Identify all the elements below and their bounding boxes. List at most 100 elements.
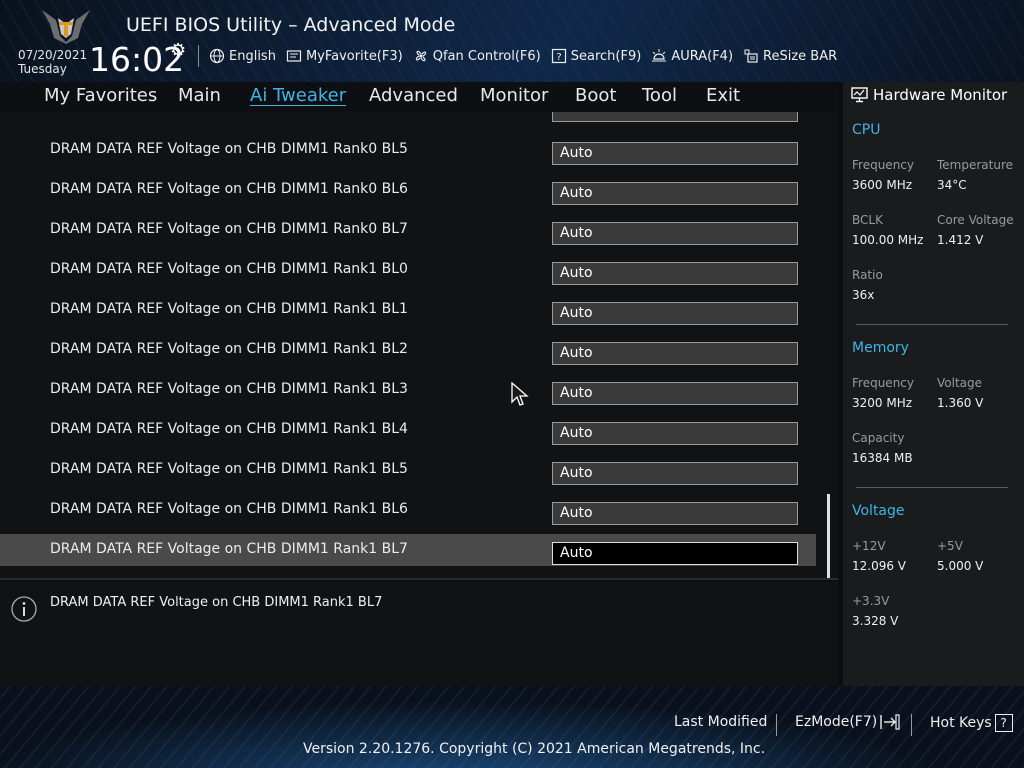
- setting-label: DRAM DATA REF Voltage on CHB DIMM1 Rank1…: [50, 301, 408, 317]
- tuf-gaming-logo: [42, 10, 90, 44]
- favorite-icon: [286, 50, 302, 62]
- aura-label: AURA(F4): [671, 48, 734, 64]
- setting-row[interactable]: DRAM DATA REF Voltage on CHB DIMM1 Rank1…: [0, 374, 816, 406]
- setting-label: DRAM DATA REF Voltage on CHB DIMM1 Rank1…: [50, 421, 408, 437]
- search-label: Search(F9): [570, 48, 642, 64]
- menu-main[interactable]: Main: [178, 85, 221, 106]
- capacity-value: 16384 MB: [852, 451, 913, 465]
- v33-value: 3.328 V: [852, 614, 899, 628]
- memory-voltage-label: Voltage: [937, 376, 983, 390]
- setting-value-field[interactable]: Auto: [552, 222, 798, 245]
- bclk-label: BCLK: [852, 213, 883, 227]
- cpu-frequency-label: Frequency: [852, 158, 914, 172]
- date-text: 07/20/2021: [18, 48, 88, 62]
- setting-value-field[interactable]: Auto: [552, 182, 798, 205]
- bclk-value: 100.00 MHz: [852, 233, 924, 247]
- setting-label: DRAM DATA REF Voltage on CHB DIMM1 Rank1…: [50, 461, 408, 477]
- setting-value-field[interactable]: Auto: [552, 542, 798, 565]
- setting-row[interactable]: DRAM DATA REF Voltage on CHB DIMM1 Rank1…: [0, 294, 816, 326]
- setting-value-field[interactable]: Auto: [552, 262, 798, 285]
- cpu-heading: CPU: [852, 122, 881, 138]
- search-button[interactable]: ? Search(F9): [551, 48, 642, 64]
- globe-icon: [209, 48, 225, 64]
- setting-value-field[interactable]: Auto: [552, 342, 798, 365]
- resize-bar-label: ReSize BAR: [763, 48, 838, 64]
- v5-label: +5V: [937, 539, 963, 553]
- memory-frequency-value: 3200 MHz: [852, 396, 913, 410]
- aura-button[interactable]: AURA(F4): [651, 48, 733, 64]
- setting-row-selected[interactable]: DRAM DATA REF Voltage on CHB DIMM1 Rank1…: [0, 534, 816, 566]
- hardware-monitor-title: Hardware Monitor: [851, 86, 1007, 104]
- ratio-label: Ratio: [852, 268, 883, 282]
- setting-value-field[interactable]: Auto: [552, 302, 798, 325]
- v33-label: +3.3V: [852, 594, 890, 608]
- help-divider: [0, 578, 838, 580]
- menu-my-favorites[interactable]: My Favorites: [44, 85, 157, 106]
- resize-bar-button[interactable]: ReSize BAR: [743, 48, 837, 64]
- setting-value-field[interactable]: Auto: [552, 422, 798, 445]
- ezmode-label: EzMode(F7): [795, 714, 878, 730]
- hot-keys-label: Hot Keys: [930, 715, 992, 731]
- qfan-control-button[interactable]: Qfan Control(F6): [413, 48, 541, 64]
- cpu-temperature-label: Temperature: [937, 158, 1014, 172]
- last-modified-button[interactable]: Last Modified: [674, 714, 767, 730]
- setting-label: DRAM DATA REF Voltage on CHB DIMM1 Rank0…: [50, 181, 408, 197]
- setting-value-field[interactable]: Auto: [552, 382, 798, 405]
- settings-list: DRAM DATA REF Voltage on CHB DIMM1 Rank0…: [0, 112, 838, 578]
- menu-monitor[interactable]: Monitor: [480, 85, 548, 106]
- setting-label: DRAM DATA REF Voltage on CHB DIMM1 Rank1…: [50, 381, 408, 397]
- resize-bar-icon: [744, 49, 758, 63]
- setting-row[interactable]: DRAM DATA REF Voltage on CHB DIMM1 Rank0…: [0, 134, 816, 166]
- help-panel: DRAM DATA REF Voltage on CHB DIMM1 Rank1…: [0, 582, 838, 686]
- v5-value: 5.000 V: [937, 559, 984, 573]
- ezmode-button[interactable]: EzMode(F7): [795, 714, 900, 730]
- footer-bar: Last Modified EzMode(F7) Hot Keys ? Vers…: [0, 686, 1024, 768]
- setting-label: DRAM DATA REF Voltage on CHB DIMM1 Rank1…: [50, 341, 408, 357]
- menu-ai-tweaker[interactable]: Ai Tweaker: [250, 85, 346, 106]
- setting-row[interactable]: DRAM DATA REF Voltage on CHB DIMM1 Rank1…: [0, 454, 816, 486]
- setting-row[interactable]: DRAM DATA REF Voltage on CHB DIMM1 Rank1…: [0, 414, 816, 446]
- menu-advanced[interactable]: Advanced: [369, 85, 458, 106]
- setting-row[interactable]: DRAM DATA REF Voltage on CHB DIMM1 Rank1…: [0, 494, 816, 526]
- voltage-heading: Voltage: [852, 503, 905, 519]
- cpu-frequency-value: 3600 MHz: [852, 178, 913, 192]
- setting-row[interactable]: DRAM DATA REF Voltage on CHB DIMM1 Rank0…: [0, 174, 816, 206]
- fan-icon: [415, 50, 426, 62]
- v12-label: +12V: [852, 539, 886, 553]
- hardware-monitor-panel: Hardware Monitor CPU Frequency 3600 MHz …: [843, 82, 1024, 686]
- clock-settings-gear-icon[interactable]: ⚙: [170, 40, 186, 61]
- memory-heading: Memory: [852, 340, 909, 356]
- language-label: English: [229, 48, 276, 64]
- toolbar: English MyFavorite(F3) Qfan Control(F6) …: [198, 45, 847, 67]
- scrollbar[interactable]: [827, 494, 830, 578]
- copyright-text: Version 2.20.1276. Copyright (C) 2021 Am…: [303, 741, 766, 757]
- hw-divider: [856, 324, 1008, 325]
- v12-value: 12.096 V: [852, 559, 907, 573]
- hardware-monitor-title-text: Hardware Monitor: [873, 86, 1008, 104]
- setting-row[interactable]: DRAM DATA REF Voltage on CHB DIMM1 Rank0…: [0, 214, 816, 246]
- memory-frequency-label: Frequency: [852, 376, 914, 390]
- setting-value-field[interactable]: Auto: [552, 502, 798, 525]
- setting-value-field[interactable]: Auto: [552, 142, 798, 165]
- myfavorite-label: MyFavorite(F3): [305, 48, 403, 64]
- setting-label: DRAM DATA REF Voltage on CHB DIMM1 Rank1…: [50, 261, 408, 277]
- mouse-cursor-icon: [511, 382, 529, 406]
- monitor-icon: [851, 87, 868, 103]
- info-icon: [11, 596, 37, 622]
- menu-boot[interactable]: Boot: [575, 85, 616, 106]
- core-voltage-value: 1.412 V: [937, 233, 984, 247]
- setting-row[interactable]: DRAM DATA REF Voltage on CHB DIMM1 Rank1…: [0, 334, 816, 366]
- footer-separator: [911, 714, 912, 736]
- hot-keys-button[interactable]: Hot Keys ?: [930, 714, 1013, 732]
- header-bar: UEFI BIOS Utility – Advanced Mode 07/20/…: [0, 0, 1024, 82]
- help-question-icon: ?: [994, 714, 1013, 732]
- menu-tool[interactable]: Tool: [642, 85, 677, 106]
- language-button[interactable]: English: [209, 48, 276, 64]
- setting-value-field[interactable]: Auto: [552, 462, 798, 485]
- partial-value-field[interactable]: [552, 112, 798, 122]
- setting-row[interactable]: DRAM DATA REF Voltage on CHB DIMM1 Rank1…: [0, 254, 816, 286]
- date-display: 07/20/2021 Tuesday: [18, 48, 87, 76]
- myfavorite-button[interactable]: MyFavorite(F3): [286, 48, 403, 64]
- menu-exit[interactable]: Exit: [706, 85, 740, 106]
- app-title: UEFI BIOS Utility – Advanced Mode: [126, 14, 456, 36]
